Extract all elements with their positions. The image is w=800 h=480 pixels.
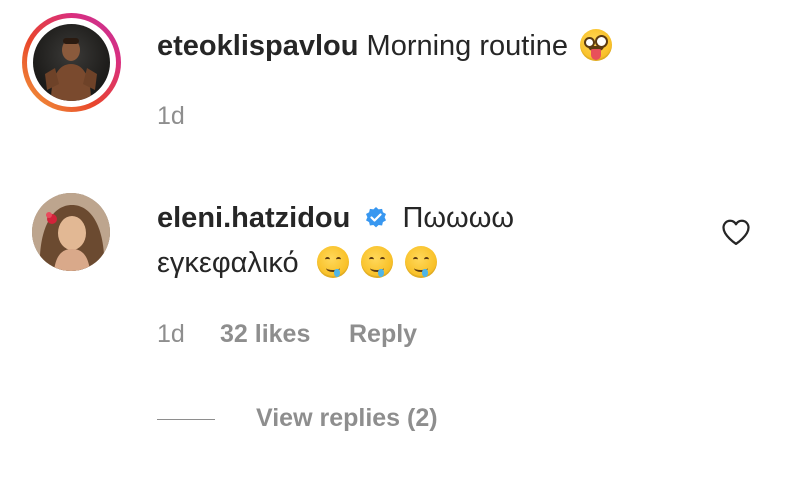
emoji-eye-right <box>379 257 385 262</box>
drooling-face-emoji <box>316 246 349 278</box>
drooling-face-emoji <box>404 246 437 278</box>
comment-likes-count[interactable]: 32 likes <box>220 319 310 349</box>
emoji-eye-right <box>423 257 429 262</box>
comment-timestamp[interactable]: 1d <box>157 101 185 131</box>
comment-body: eleni.hatzidou Πωωωω <box>157 201 514 235</box>
comment-username[interactable]: eteoklispavlou <box>157 30 358 62</box>
emoji-eye-left <box>412 257 418 262</box>
avatar-figure <box>45 38 97 101</box>
verified-badge-icon <box>366 207 387 228</box>
comment-body-continued: εγκεφαλικό <box>157 246 437 280</box>
story-avatar-eteoklispavlou[interactable] <box>22 13 121 112</box>
like-comment-heart-icon[interactable] <box>721 218 751 246</box>
emoji-eye-left <box>324 257 330 262</box>
comment-text: Morning routine <box>366 30 569 62</box>
emoji-drool <box>333 269 340 277</box>
drooling-face-emoji <box>360 246 393 278</box>
comment-text-line-2: εγκεφαλικό <box>157 247 299 279</box>
emoji-drool <box>421 269 428 277</box>
emoji-eye-right <box>335 257 341 262</box>
comment-timestamp[interactable]: 1d <box>157 319 185 349</box>
comment-thread: eteoklispavlou Morning routine 1d eleni.… <box>0 0 800 480</box>
avatar-eleni-hatzidou[interactable] <box>32 193 110 271</box>
emoji-tongue <box>591 49 602 60</box>
comment-text-line-1: Πωωωω <box>402 202 514 234</box>
zany-face-emoji <box>580 29 613 61</box>
emoji-eye-left <box>368 257 374 262</box>
view-replies-button[interactable]: View replies (2) <box>256 403 438 433</box>
avatar-photo <box>33 24 110 101</box>
reply-button[interactable]: Reply <box>349 319 417 349</box>
emoji-drool <box>377 269 384 277</box>
comment-username[interactable]: eleni.hatzidou <box>157 202 350 234</box>
comment-body: eteoklispavlou Morning routine <box>157 29 613 63</box>
avatar-figure <box>32 193 110 271</box>
replies-divider <box>157 419 215 420</box>
